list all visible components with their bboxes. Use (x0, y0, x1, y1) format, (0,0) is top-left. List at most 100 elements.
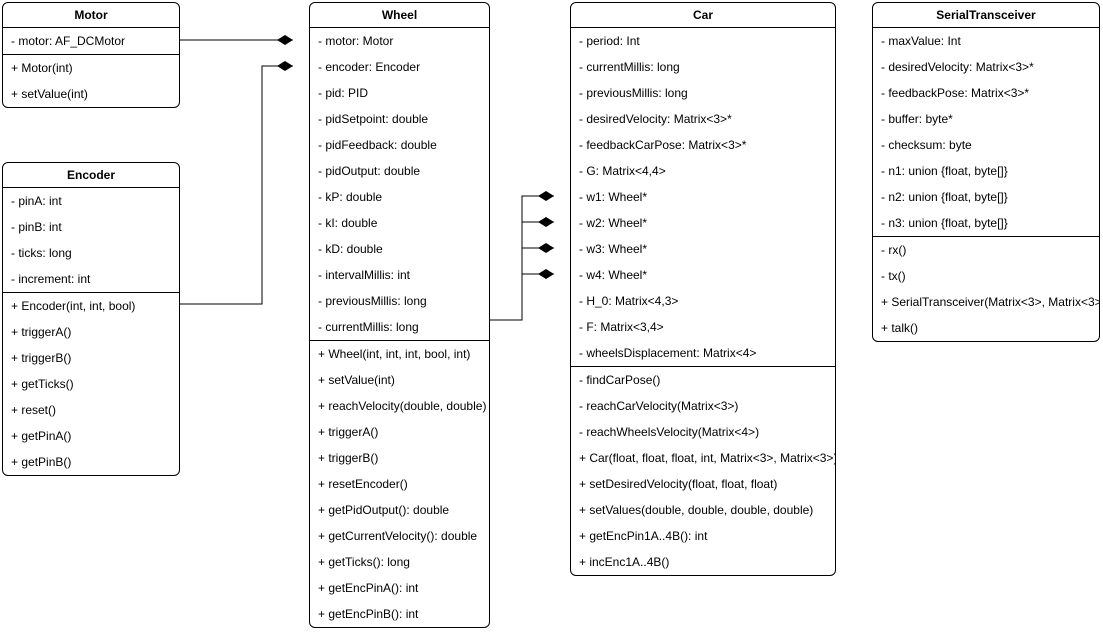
attribute-row: - G: Matrix<4,4> (571, 158, 835, 184)
attributes-section: - maxValue: Int- desiredVelocity: Matrix… (873, 28, 1099, 237)
method-row: + talk() (873, 315, 1099, 341)
diamond-car-w1 (538, 191, 554, 201)
attribute-row: - buffer: byte* (873, 106, 1099, 132)
attribute-row: - maxValue: Int (873, 28, 1099, 54)
attribute-row: - pinB: int (3, 214, 179, 240)
attribute-row: - motor: Motor (310, 28, 489, 54)
method-row: + getEncPin1A..4B(): int (571, 523, 835, 549)
attribute-row: - checksum: byte (873, 132, 1099, 158)
method-row: + getPinA() (3, 423, 179, 449)
method-row: + Car(float, float, float, int, Matrix<3… (571, 445, 835, 471)
method-row: + setValues(double, double, double, doub… (571, 497, 835, 523)
class-car: Car- period: Int- currentMillis: long- p… (570, 2, 836, 576)
class-title: Car (571, 3, 835, 28)
method-row: + getEncPinA(): int (310, 575, 489, 601)
attribute-row: - currentMillis: long (571, 54, 835, 80)
method-row: - reachCarVelocity(Matrix<3>) (571, 393, 835, 419)
methods-section: + Wheel(int, int, int, bool, int)+ setVa… (310, 341, 489, 627)
attribute-row: - feedbackPose: Matrix<3>* (873, 80, 1099, 106)
class-title: Wheel (310, 3, 489, 28)
method-row: + reachVelocity(double, double) (310, 393, 489, 419)
method-row: + triggerA() (310, 419, 489, 445)
attribute-row: - previousMillis: long (310, 288, 489, 314)
method-row: + Motor(int) (3, 55, 179, 81)
method-row: + resetEncoder() (310, 471, 489, 497)
diamond-car-w4 (538, 269, 554, 279)
method-row: + getTicks(): long (310, 549, 489, 575)
attribute-row: - H_0: Matrix<4,3> (571, 288, 835, 314)
methods-section: + Encoder(int, int, bool)+ triggerA()+ t… (3, 293, 179, 475)
method-row: - rx() (873, 237, 1099, 263)
attribute-row: - w4: Wheel* (571, 262, 835, 288)
attribute-row: - previousMillis: long (571, 80, 835, 106)
diamond-car-w2 (538, 217, 554, 227)
diamond-car-w3 (538, 243, 554, 253)
method-row: - tx() (873, 263, 1099, 289)
method-row: + getCurrentVelocity(): double (310, 523, 489, 549)
rel-car-wheel-4 (490, 274, 554, 320)
method-row: + getPidOutput(): double (310, 497, 489, 523)
rel-car-wheel-1 (490, 196, 554, 320)
attribute-row: - ticks: long (3, 240, 179, 266)
rel-car-wheel-2 (490, 222, 554, 320)
method-row: + setValue(int) (3, 81, 179, 107)
class-motor: Motor- motor: AF_DCMotor+ Motor(int)+ se… (2, 2, 180, 108)
attribute-row: - n2: union {float, byte[]} (873, 184, 1099, 210)
attribute-row: - intervalMillis: int (310, 262, 489, 288)
attribute-row: - w3: Wheel* (571, 236, 835, 262)
attribute-row: - pidOutput: double (310, 158, 489, 184)
attribute-row: - encoder: Encoder (310, 54, 489, 80)
attribute-row: - pid: PID (310, 80, 489, 106)
diamond-wheel-motor (277, 35, 293, 45)
class-title: Motor (3, 3, 179, 28)
class-title: Encoder (3, 163, 179, 188)
attribute-row: - pinA: int (3, 188, 179, 214)
class-serial-transceiver: SerialTransceiver- maxValue: Int- desire… (872, 2, 1100, 342)
attribute-row: - feedbackCarPose: Matrix<3>* (571, 132, 835, 158)
method-row: + getPinB() (3, 449, 179, 475)
attribute-row: - n3: union {float, byte[]} (873, 210, 1099, 236)
attribute-row: - increment: int (3, 266, 179, 292)
methods-section: - rx()- tx()+ SerialTransceiver(Matrix<3… (873, 237, 1099, 341)
method-row: - reachWheelsVelocity(Matrix<4>) (571, 419, 835, 445)
attribute-row: - motor: AF_DCMotor (3, 28, 179, 54)
class-wheel: Wheel- motor: Motor- encoder: Encoder- p… (309, 2, 490, 628)
attribute-row: - kP: double (310, 184, 489, 210)
method-row: + getEncPinB(): int (310, 601, 489, 627)
attribute-row: - kD: double (310, 236, 489, 262)
method-row: + getTicks() (3, 371, 179, 397)
methods-section: - findCarPose()- reachCarVelocity(Matrix… (571, 367, 835, 575)
class-title: SerialTransceiver (873, 3, 1099, 28)
method-row: + triggerB() (3, 345, 179, 371)
method-row: + Encoder(int, int, bool) (3, 293, 179, 319)
attribute-row: - kI: double (310, 210, 489, 236)
class-encoder: Encoder- pinA: int- pinB: int- ticks: lo… (2, 162, 180, 476)
method-row: + setValue(int) (310, 367, 489, 393)
attributes-section: - pinA: int- pinB: int- ticks: long- inc… (3, 188, 179, 293)
attributes-section: - period: Int- currentMillis: long- prev… (571, 28, 835, 367)
attributes-section: - motor: Motor- encoder: Encoder- pid: P… (310, 28, 489, 341)
attribute-row: - pidSetpoint: double (310, 106, 489, 132)
attributes-section: - motor: AF_DCMotor (3, 28, 179, 55)
attribute-row: - desiredVelocity: Matrix<3>* (873, 54, 1099, 80)
attribute-row: - w1: Wheel* (571, 184, 835, 210)
rel-car-wheel-3 (490, 248, 554, 320)
attribute-row: - currentMillis: long (310, 314, 489, 340)
method-row: + setDesiredVelocity(float, float, float… (571, 471, 835, 497)
attribute-row: - pidFeedback: double (310, 132, 489, 158)
method-row: + triggerA() (3, 319, 179, 345)
attribute-row: - n1: union {float, byte[]} (873, 158, 1099, 184)
method-row: - findCarPose() (571, 367, 835, 393)
methods-section: + Motor(int)+ setValue(int) (3, 55, 179, 107)
method-row: + SerialTransceiver(Matrix<3>, Matrix<3>… (873, 289, 1099, 315)
attribute-row: - wheelsDisplacement: Matrix<4> (571, 340, 835, 366)
attribute-row: - desiredVelocity: Matrix<3>* (571, 106, 835, 132)
method-row: + incEnc1A..4B() (571, 549, 835, 575)
method-row: + Wheel(int, int, int, bool, int) (310, 341, 489, 367)
method-row: + reset() (3, 397, 179, 423)
method-row: + triggerB() (310, 445, 489, 471)
rel-wheel-encoder (180, 66, 293, 304)
diamond-wheel-encoder (277, 61, 293, 71)
attribute-row: - w2: Wheel* (571, 210, 835, 236)
attribute-row: - F: Matrix<3,4> (571, 314, 835, 340)
